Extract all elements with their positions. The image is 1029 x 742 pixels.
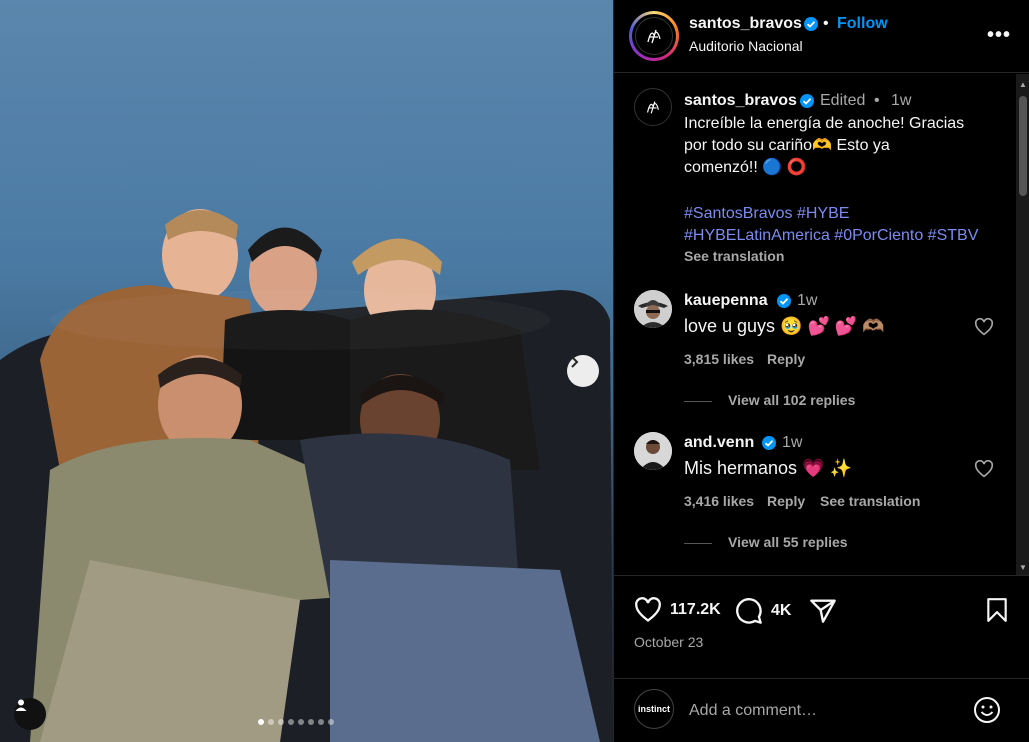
- comment-1-text: love u guys 🥹 💕 💕 🫶🏽: [684, 316, 885, 336]
- post-header: santos_bravos • Follow Auditorio Naciona…: [614, 0, 1029, 73]
- comment-1-username[interactable]: kauepenna: [684, 290, 768, 312]
- scrollbar-thumb[interactable]: [1019, 96, 1027, 196]
- verified-badge-icon: [804, 17, 818, 31]
- comment-1-time[interactable]: 1w: [797, 290, 817, 312]
- carousel-dot[interactable]: [298, 719, 304, 725]
- author-username[interactable]: santos_bravos: [689, 15, 802, 33]
- carousel-dot[interactable]: [318, 719, 324, 725]
- comment-1-reply[interactable]: Reply: [767, 348, 805, 370]
- current-user-avatar[interactable]: instinct: [634, 689, 674, 729]
- like-button[interactable]: 117.2K: [634, 597, 721, 623]
- comment-1-likes[interactable]: 3,815 likes: [684, 348, 754, 370]
- scroll-up-arrow-icon[interactable]: ▲: [1019, 80, 1027, 89]
- caption-hashtags-2[interactable]: #HYBELatinAmerica #0PorCiento #STBV: [684, 225, 978, 247]
- comment-2-like-heart-icon[interactable]: [974, 460, 994, 478]
- tagged-users-button[interactable]: [14, 698, 46, 730]
- carousel-dot[interactable]: [268, 719, 274, 725]
- view-replies-label: View all 55 replies: [728, 534, 848, 550]
- view-replies-label: View all 102 replies: [728, 392, 856, 408]
- story-ring-avatar[interactable]: [629, 11, 679, 61]
- caption-username[interactable]: santos_bravos: [684, 90, 797, 112]
- comment-2-username[interactable]: and.venn: [684, 432, 754, 454]
- add-comment-bar: instinct: [614, 678, 1029, 742]
- save-button[interactable]: [985, 597, 1009, 623]
- and-venn-avatar[interactable]: [634, 432, 672, 470]
- person-avatar-icon: [634, 432, 672, 470]
- caption-author-avatar[interactable]: [634, 88, 672, 126]
- post-side-panel: santos_bravos • Follow Auditorio Naciona…: [613, 0, 1029, 742]
- comment-2-likes[interactable]: 3,416 likes: [684, 490, 754, 512]
- caption-see-translation[interactable]: See translation: [684, 245, 784, 267]
- verified-badge-icon: [762, 436, 776, 450]
- comment-2-view-replies[interactable]: View all 55 replies: [684, 534, 848, 550]
- santos-bravos-logo-icon: [646, 101, 660, 114]
- comment-2-see-translation[interactable]: See translation: [820, 490, 920, 512]
- scrollbar[interactable]: ▲ ▼: [1016, 74, 1029, 575]
- divider-line: [684, 400, 712, 402]
- caption-time[interactable]: 1w: [891, 90, 911, 112]
- bookmark-icon: [987, 598, 1007, 622]
- send-paper-plane-icon: [810, 599, 836, 623]
- caption-line-2: por todo su cariño🫶 Esto ya: [684, 137, 890, 154]
- santos-bravos-logo-icon: [635, 17, 673, 55]
- scroll-down-arrow-icon[interactable]: ▼: [1019, 563, 1027, 572]
- verified-badge-icon: [777, 294, 791, 308]
- comment-button[interactable]: 4K: [735, 597, 791, 625]
- like-count[interactable]: 117.2K: [670, 601, 721, 619]
- verified-badge-icon: [800, 94, 814, 108]
- post-location[interactable]: Auditorio Nacional: [689, 38, 803, 54]
- comment-count[interactable]: 4K: [771, 602, 791, 620]
- next-photo-button[interactable]: [567, 355, 599, 387]
- comment-input[interactable]: [689, 697, 959, 725]
- carousel-dots: [258, 719, 334, 725]
- carousel-dot[interactable]: [278, 719, 284, 725]
- divider-line: [684, 542, 712, 544]
- carousel-dot[interactable]: [308, 719, 314, 725]
- caption-hashtags-1[interactable]: #SantosBravos #HYBE: [684, 203, 849, 225]
- comment-2-reply[interactable]: Reply: [767, 490, 805, 512]
- caption-line-3: comenzó!! 🔵 ⭕: [684, 159, 807, 176]
- comment-1-view-replies[interactable]: View all 102 replies: [684, 392, 855, 408]
- more-options-icon[interactable]: •••: [987, 24, 1011, 47]
- comment-2-text: Mis hermanos 💗 ✨: [684, 458, 852, 478]
- caption-edited-label: Edited: [820, 92, 866, 109]
- caption-dot: •: [874, 92, 880, 109]
- emoji-smiley-icon[interactable]: [972, 695, 1002, 725]
- share-button[interactable]: [809, 597, 837, 623]
- follow-button[interactable]: Follow: [837, 15, 888, 33]
- kauepenna-avatar[interactable]: [634, 290, 672, 328]
- caption-line-1: Increíble la energía de anoche! Gracias: [684, 115, 965, 132]
- post-photo[interactable]: [0, 0, 613, 742]
- chevron-right-icon: [571, 356, 579, 368]
- cowboy-avatar-icon: [634, 290, 672, 328]
- carousel-dot[interactable]: [258, 719, 264, 725]
- comment-bubble-icon: [736, 598, 762, 624]
- header-separator: •: [823, 15, 829, 32]
- heart-icon: [635, 597, 661, 622]
- carousel-dot[interactable]: [328, 719, 334, 725]
- post-date[interactable]: October 23: [634, 634, 703, 650]
- photo-illustration: [0, 209, 613, 742]
- comment-2-time[interactable]: 1w: [782, 432, 802, 454]
- user-icon: [15, 699, 27, 711]
- comment-1-like-heart-icon[interactable]: [974, 318, 994, 336]
- post-actions: 117.2K 4K October 23: [614, 577, 1029, 677]
- comments-scroll-area[interactable]: santos_bravos Edited • 1w Increíble la e…: [614, 74, 1029, 576]
- carousel-dot[interactable]: [288, 719, 294, 725]
